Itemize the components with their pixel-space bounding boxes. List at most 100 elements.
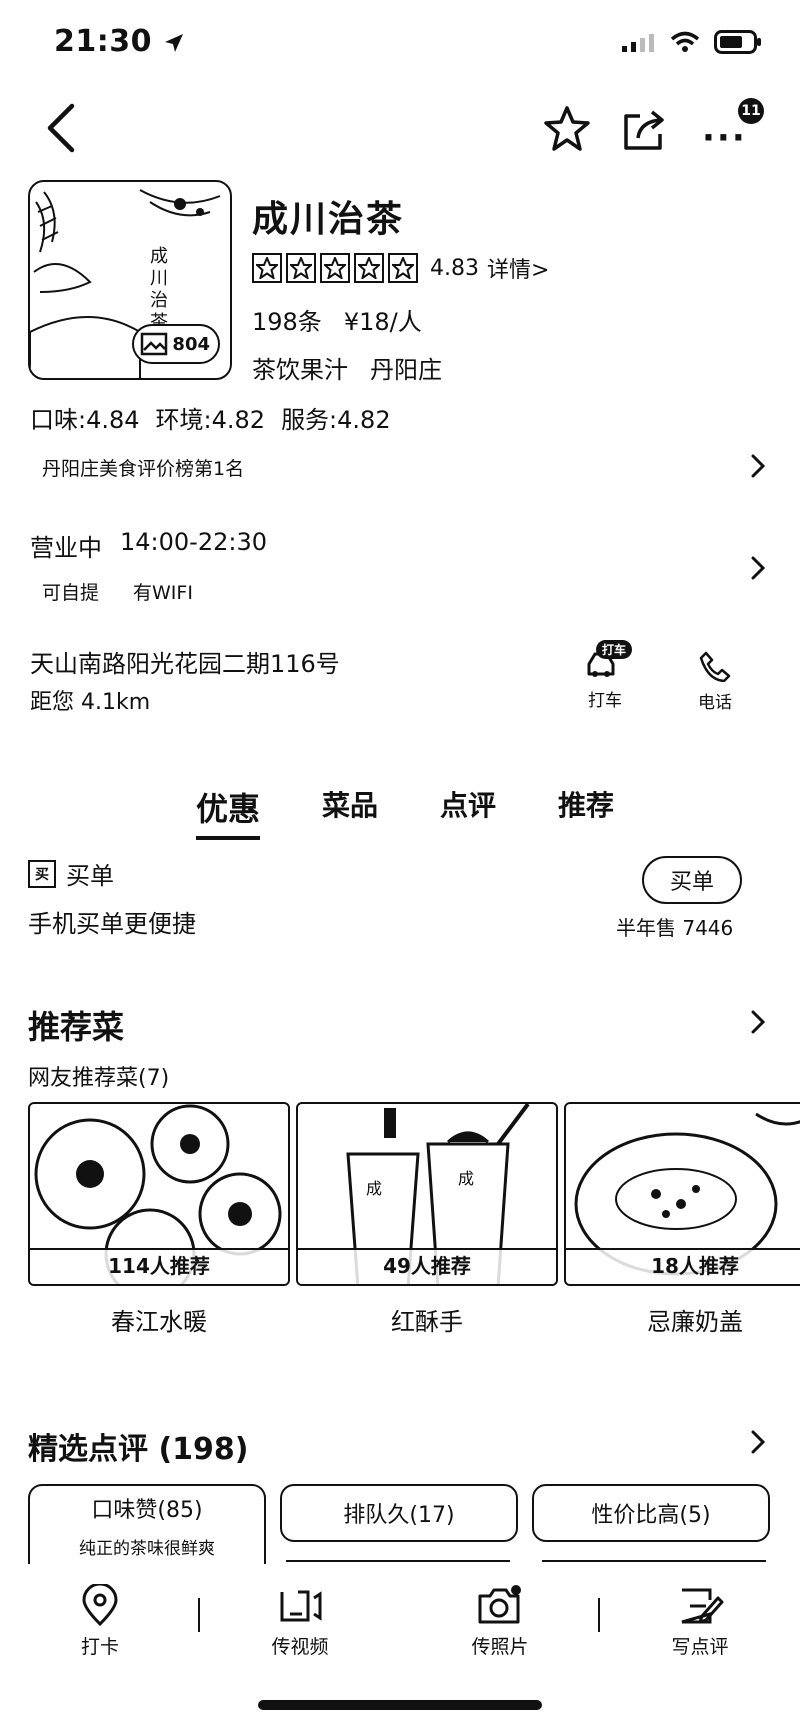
hours-text: 14:00-22:30 [120,528,267,556]
reviews-title: 精选点评 (198) [28,1432,249,1467]
open-status: 营业中 [30,534,102,562]
phone-icon [699,651,731,682]
dish-card[interactable]: 18人推荐 忌廉奶盖 [564,1102,800,1337]
category-row: 茶饮果汁 丹阳庄 [252,350,442,385]
shop-address[interactable]: 天山南路阳光花园二期116号 [30,644,340,679]
svg-text:成: 成 [458,1169,474,1188]
location-pin-icon [82,1584,118,1626]
dish-image: 114人推荐 [28,1102,290,1286]
facility-tag: 有WIFI [133,582,193,604]
more-button[interactable]: ··· 11 [698,98,764,158]
shop-area: 丹阳庄 [370,356,442,384]
image-icon [141,332,168,356]
svg-text:川: 川 [150,268,168,289]
review-tag-snippet: 纯正的茶味很鲜爽 [79,1538,215,1559]
dish-name: 忌廉奶盖 [647,1308,743,1336]
location-arrow-icon [163,32,185,54]
rating-row[interactable]: 4.83 详情> [252,252,549,284]
dish-card[interactable]: 成 成 49人推荐 红酥手 [296,1102,558,1337]
review-count: 198条 [252,308,322,336]
phone-button[interactable]: 电话 [690,650,740,713]
upload-photo-button[interactable]: 传照片 [400,1584,600,1659]
upload-video-button[interactable]: 传视频 [200,1584,400,1659]
facilities: 可自提 有WIFI [42,578,193,605]
chevron-right-icon[interactable] [748,554,768,582]
taste-score: 口味:4.84 [30,406,140,434]
star-icon [544,106,590,151]
photo-count-badge: 804 [132,324,220,364]
review-tag[interactable]: 性价比高(5) [532,1484,770,1542]
more-dots-icon: ··· [702,118,747,158]
dish-recommend-count: 18人推荐 [566,1248,800,1284]
section-tabs: 优惠 菜品 点评 推荐 [0,784,800,840]
review-tag[interactable]: 口味赞(85) 纯正的茶味很鲜爽 [28,1484,266,1564]
photo-count: 804 [172,333,210,355]
camera-upload-icon [478,1585,521,1624]
recommended-title: 推荐菜 [28,1008,125,1046]
status-time-text: 21:30 [54,24,152,59]
buy-icon: 买 [28,859,56,888]
phone-label: 电话 [698,693,732,713]
bottom-action-bar: 打卡 传视频 传照片 写点评 [0,1572,800,1668]
rating-score: 4.83 [430,255,479,281]
recommended-subtitle: 网友推荐菜(7) [28,1066,170,1091]
dish-image: 成 成 49人推荐 [296,1102,558,1286]
dish-name: 春江水暖 [111,1308,207,1336]
notification-badge: 11 [738,98,764,124]
divider [542,1560,766,1562]
buy-sold-count: 半年售 7446 [616,916,734,940]
dish-recommend-count: 114人推荐 [30,1248,288,1284]
signal-icon [622,32,656,52]
chevron-right-icon[interactable] [748,452,768,480]
rating-star-icon [388,253,418,283]
dish-list: 114人推荐 春江水暖 成 成 49人推荐 红酥手 18人推荐 忌廉奶盖 [28,1102,800,1337]
share-icon [624,110,664,150]
favorite-button[interactable] [542,104,592,154]
svg-text:成: 成 [366,1179,382,1198]
upload-photo-label: 传照片 [471,1636,529,1658]
checkin-button[interactable]: 打卡 [0,1584,200,1659]
business-hours[interactable]: 营业中 14:00-22:30 [30,528,267,563]
dish-card[interactable]: 114人推荐 春江水暖 [28,1102,290,1337]
taxi-badge: 打车 [596,640,633,659]
back-arrow-icon [47,103,75,153]
review-tag[interactable]: 排队久(17) [280,1484,518,1542]
review-dividers [286,1560,766,1562]
review-tag-label: 口味赞(85) [91,1497,203,1523]
checkin-label: 打卡 [80,1636,119,1658]
dish-name: 红酥手 [391,1308,463,1336]
rating-star-icon [320,253,350,283]
shop-distance: 距您 4.1km [30,690,151,715]
rating-star-icon [252,253,282,283]
chevron-right-icon[interactable] [748,1008,768,1036]
tab-dishes[interactable]: 菜品 [322,784,378,840]
battery-icon [714,30,762,54]
buy-button[interactable]: 买单 [642,856,742,904]
environment-score: 环境:4.82 [155,406,266,434]
shop-name: 成川治茶 [252,199,405,240]
write-review-icon [681,1588,724,1624]
review-price-row: 198条 ¥18/人 [252,302,422,337]
share-button[interactable] [620,104,670,154]
wifi-icon [670,31,700,53]
ranking-link[interactable]: 丹阳庄美食评价榜第1名 [42,454,244,481]
back-button[interactable] [40,100,86,156]
rating-detail-link[interactable]: 详情> [487,252,549,284]
facility-tag: 可自提 [42,582,100,604]
svg-text:治: 治 [150,290,168,311]
tab-offers[interactable]: 优惠 [195,784,260,840]
chevron-right-icon[interactable] [748,1428,768,1456]
status-time: 21:30 [54,24,185,59]
shop-photo[interactable]: 成 川 治 茶 804 [28,180,232,380]
tab-reviews[interactable]: 点评 [440,784,496,840]
dish-recommend-count: 49人推荐 [298,1248,556,1284]
write-review-button[interactable]: 写点评 [600,1584,800,1659]
taxi-button[interactable]: 打车 打车 [570,640,640,711]
sub-scores: 口味:4.84 环境:4.82 服务:4.82 [30,400,391,435]
taxi-label: 打车 [588,691,622,711]
buy-subtitle: 手机买单更便捷 [28,910,196,938]
service-score: 服务:4.82 [281,406,391,434]
rating-star-icon [286,253,316,283]
home-indicator[interactable] [258,1700,542,1710]
tab-recommend[interactable]: 推荐 [558,784,614,840]
